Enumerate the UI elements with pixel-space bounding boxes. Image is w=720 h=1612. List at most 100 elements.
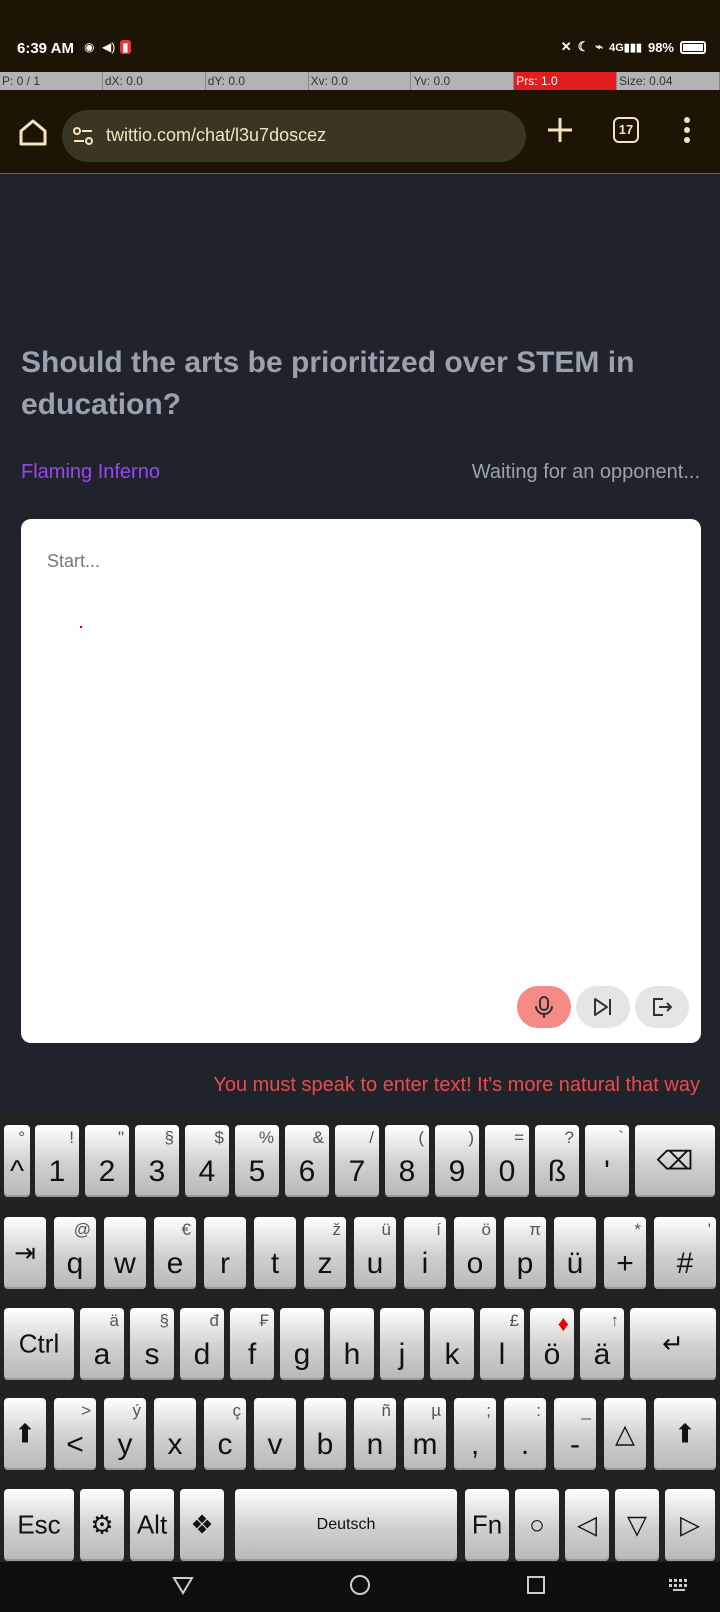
key-row1-10[interactable]: 0 = (485, 1125, 529, 1197)
key-row1-1[interactable]: 1! (35, 1125, 79, 1197)
home-icon[interactable] (18, 118, 48, 146)
key-label: 0 (498, 1155, 516, 1188)
key-label: n (366, 1428, 384, 1461)
key-row3-3[interactable]: dđ (180, 1308, 224, 1380)
key-row5-9[interactable]: ▷ (665, 1489, 715, 1561)
key-row1-2[interactable]: 2 " (85, 1125, 129, 1197)
key-row1-4[interactable]: 4 $ (185, 1125, 229, 1197)
key-row3-11[interactable]: ä ↑ (580, 1308, 624, 1380)
key-row2-1[interactable]: q @ (54, 1217, 96, 1289)
key-alt-label: $ (214, 1128, 224, 1147)
key-row1-3[interactable]: 3 § (135, 1125, 179, 1197)
key-row2-2[interactable]: w (104, 1217, 146, 1289)
key-row3-6[interactable]: h (330, 1308, 374, 1380)
key-row5-4[interactable]: Deutsch (235, 1489, 457, 1561)
key-label: Fn (471, 1509, 503, 1540)
address-bar[interactable]: twittio.com/chat/l3u7doscez (62, 110, 526, 162)
key-row2-10[interactable]: pπ (504, 1217, 546, 1289)
key-row4-12[interactable]: △ (604, 1398, 646, 1470)
key-label: ⇥ (14, 1237, 36, 1268)
key-row1-8[interactable]: 8( (385, 1125, 429, 1197)
key-row5-0[interactable]: Esc (4, 1489, 74, 1561)
key-row1-7[interactable]: 7/ (335, 1125, 379, 1197)
key-row2-11[interactable]: ü (554, 1217, 596, 1289)
key-row5-5[interactable]: Fn (465, 1489, 509, 1561)
key-row2-12[interactable]: + * (604, 1217, 646, 1289)
key-row4-3[interactable]: x (154, 1398, 196, 1470)
key-label: x (167, 1428, 183, 1461)
text-editor[interactable]: Start... (21, 519, 701, 1043)
key-row3-10[interactable]: ö ♦ (530, 1308, 574, 1380)
key-row4-2[interactable]: yý (104, 1398, 146, 1470)
key-row5-1[interactable]: ⚙ (80, 1489, 124, 1561)
key-row3-9[interactable]: l £ (480, 1308, 524, 1380)
keyboard-switch-icon[interactable] (668, 1578, 690, 1592)
key-row2-9[interactable]: oö (454, 1217, 496, 1289)
key-row3-0[interactable]: Ctrl (4, 1308, 74, 1380)
microphone-button[interactable] (517, 986, 571, 1028)
key-row1-6[interactable]: 6 & (285, 1125, 329, 1197)
new-tab-icon[interactable] (546, 116, 574, 144)
key-row2-0[interactable]: ⇥ (4, 1217, 46, 1289)
exit-button[interactable] (635, 986, 689, 1028)
key-row2-3[interactable]: e € (154, 1217, 196, 1289)
back-nav-icon[interactable] (172, 1574, 194, 1596)
key-row1-5[interactable]: 5% (235, 1125, 279, 1197)
key-row4-8[interactable]: mµ (404, 1398, 446, 1470)
key-alt-label: ü (381, 1220, 391, 1239)
key-row3-5[interactable]: g (280, 1308, 324, 1380)
key-row3-1[interactable]: aä (80, 1308, 124, 1380)
microphone-icon (535, 996, 553, 1018)
key-row1-9[interactable]: 9) (435, 1125, 479, 1197)
key-row3-7[interactable]: j (380, 1308, 424, 1380)
key-alt-label: ý (132, 1401, 142, 1420)
speak-warning: You must speak to enter text! It's more … (213, 1074, 700, 1096)
key-label: j (398, 1338, 406, 1371)
key-row4-13[interactable]: ⬆ (654, 1398, 716, 1470)
key-row5-2[interactable]: Alt (130, 1489, 174, 1561)
key-row2-13[interactable]: # ' (654, 1217, 716, 1289)
key-row2-7[interactable]: uü (354, 1217, 396, 1289)
key-row1-13[interactable]: ⌫ (635, 1125, 715, 1197)
key-row4-11[interactable]: - _ (554, 1398, 596, 1470)
key-row2-8[interactable]: ií (404, 1217, 446, 1289)
more-menu-icon[interactable] (683, 116, 691, 144)
key-row2-5[interactable]: t (254, 1217, 296, 1289)
key-row3-2[interactable]: s § (130, 1308, 174, 1380)
key-row5-6[interactable]: ○ (515, 1489, 559, 1561)
battery-icon (680, 40, 706, 54)
key-label: ä (593, 1338, 611, 1371)
key-row4-9[interactable]: ,; (454, 1398, 496, 1470)
key-row4-4[interactable]: cç (204, 1398, 246, 1470)
key-row2-4[interactable]: r (204, 1217, 246, 1289)
key-row2-6[interactable]: zž (304, 1217, 346, 1289)
skip-button[interactable] (576, 986, 630, 1028)
tab-count-button[interactable]: 17 (613, 117, 639, 143)
key-row4-5[interactable]: v (254, 1398, 296, 1470)
key-alt-label: ? (564, 1128, 574, 1147)
site-settings-icon[interactable] (72, 125, 94, 147)
pointer-stat-0: P: 0 / 1 (0, 72, 103, 90)
key-row4-7[interactable]: nñ (354, 1398, 396, 1470)
key-row4-6[interactable]: b (304, 1398, 346, 1470)
key-row1-11[interactable]: ß? (535, 1125, 579, 1197)
pointer-stat-2: dY: 0.0 (206, 72, 309, 90)
key-row4-1[interactable]: < > (54, 1398, 96, 1470)
opponent-status: Waiting for an opponent... (471, 461, 700, 483)
key-row4-10[interactable]: .: (504, 1398, 546, 1470)
key-row5-3[interactable]: ❖ (180, 1489, 224, 1561)
url-text[interactable]: twittio.com/chat/l3u7doscez (106, 125, 326, 146)
home-nav-icon[interactable] (349, 1574, 371, 1596)
key-row3-4[interactable]: f ₣ (230, 1308, 274, 1380)
key-row1-12[interactable]: ' ` (585, 1125, 629, 1197)
key-row5-8[interactable]: ▽ (615, 1489, 659, 1561)
key-row3-12[interactable]: ↵ (630, 1308, 716, 1380)
key-row5-7[interactable]: ◁ (565, 1489, 609, 1561)
key-label: , (470, 1428, 480, 1461)
key-row1-0[interactable]: ^ ° (4, 1125, 30, 1197)
recents-nav-icon[interactable] (525, 1574, 547, 1596)
key-row4-0[interactable]: ⬆ (4, 1398, 46, 1470)
key-alt-label: ö (481, 1220, 491, 1239)
signal-off-icon: ✕ (560, 39, 572, 54)
key-row3-8[interactable]: k (430, 1308, 474, 1380)
